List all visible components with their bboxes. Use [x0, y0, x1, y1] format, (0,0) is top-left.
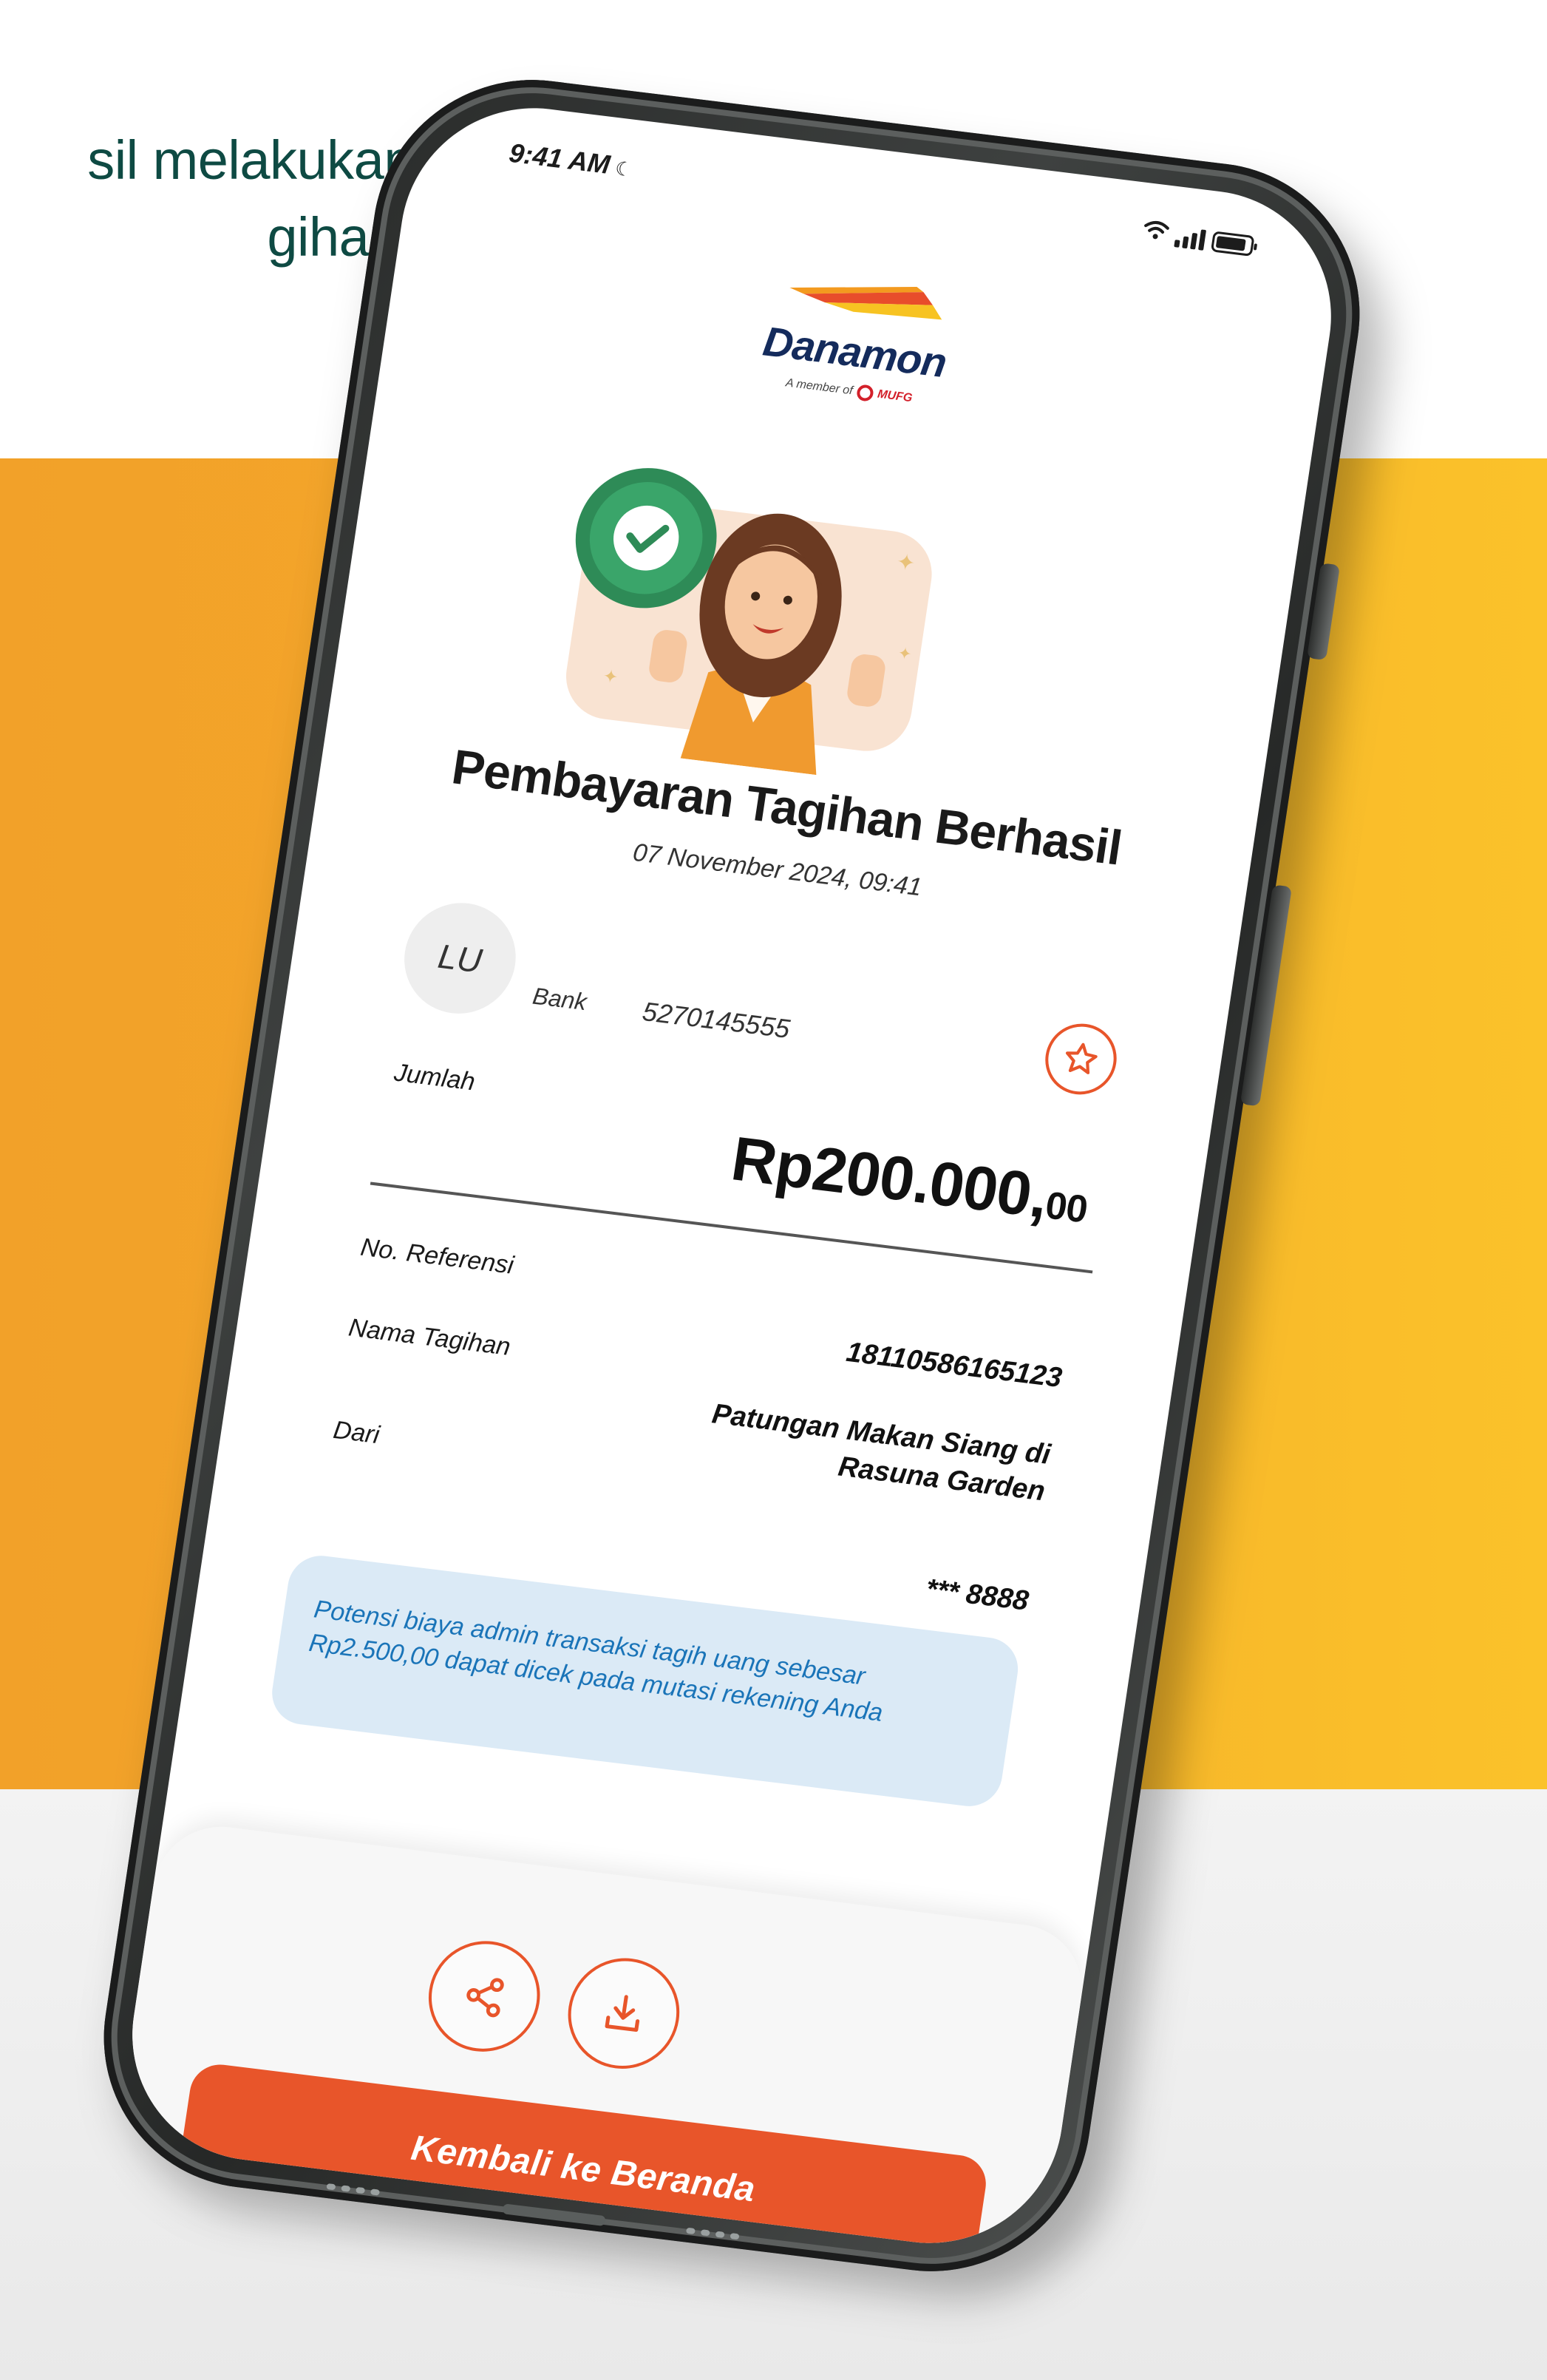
share-icon — [466, 1978, 504, 2018]
account-number: 5270145555 — [640, 995, 792, 1044]
success-illustration: ✦ ✦ ✦ — [566, 468, 932, 776]
amount-main: Rp200.000, — [727, 1123, 1053, 1231]
reference-label: No. Referensi — [358, 1233, 516, 1280]
info-note: Potensi biaya admin transaksi tagih uang… — [268, 1552, 1023, 1810]
bank-label: Bank — [531, 982, 589, 1016]
mufg-text: MUFG — [877, 387, 914, 405]
status-icons — [1142, 218, 1256, 257]
amount-cents: 00 — [1042, 1184, 1090, 1232]
signal-icon — [1174, 225, 1207, 251]
status-time-text: 9:41 AM — [507, 137, 613, 180]
wifi-icon — [1142, 218, 1171, 246]
amount-label: Jumlah — [392, 1058, 477, 1096]
svg-text:✦: ✦ — [897, 644, 913, 664]
danamon-logo: Danamon A member of MUFG — [384, 217, 1330, 455]
marketing-caption: sil melakukan gihan. — [87, 129, 414, 268]
svg-text:✦: ✦ — [602, 666, 619, 688]
status-time: 9:41 AM☾ — [507, 138, 635, 183]
download-icon — [605, 1995, 640, 2032]
member-of-text: A member of — [784, 376, 854, 398]
star-icon — [1065, 1042, 1098, 1074]
svg-text:✦: ✦ — [895, 549, 917, 576]
bill-name-value: Patungan Makan Siang di Rasuna Garden — [710, 1398, 1053, 1508]
battery-icon — [1210, 231, 1255, 257]
moon-icon: ☾ — [613, 157, 634, 181]
from-value: *** 8888 — [923, 1573, 1031, 1617]
avatar: LU — [396, 896, 523, 1020]
mufg-icon — [855, 384, 874, 402]
favorite-button[interactable] — [1040, 1020, 1122, 1099]
from-label: Dari — [331, 1415, 381, 1450]
amount-value: Rp200.000,00 — [727, 1122, 1094, 1237]
reference-value: 18110586165123 — [844, 1336, 1064, 1394]
bill-name-label: Nama Tagihan — [347, 1313, 513, 1361]
